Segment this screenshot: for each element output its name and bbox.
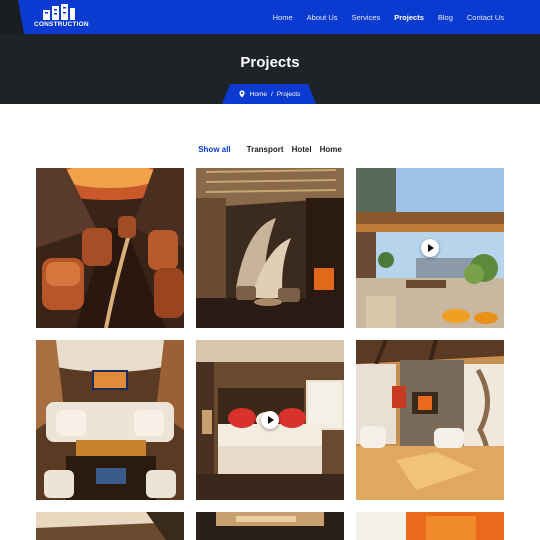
nav-item-blog[interactable]: Blog [438, 13, 453, 22]
nav-item-projects[interactable]: Projects [394, 13, 424, 22]
nav-item-contact-us[interactable]: Contact Us [467, 13, 504, 22]
main-nav: Home About Us Services Projects Blog Con… [273, 0, 504, 34]
project-hotel-lobby[interactable] [196, 168, 344, 328]
filter-hotel[interactable]: Hotel [292, 145, 312, 154]
breadcrumb-home[interactable]: Home [250, 91, 267, 98]
project-image [356, 340, 504, 500]
project-jet-cabin[interactable] [36, 168, 184, 328]
project-loft-living-room[interactable] [356, 340, 504, 500]
project-rooftop-terrace[interactable] [356, 168, 504, 328]
play-video-icon[interactable] [261, 411, 279, 429]
project-image [356, 512, 504, 540]
play-video-icon[interactable] [421, 239, 439, 257]
header-bar: CONSTRUCTION Home About Us Services Proj… [0, 0, 540, 34]
breadcrumb-separator: / [271, 90, 273, 98]
filter-home[interactable]: Home [320, 145, 342, 154]
nav-item-home[interactable]: Home [273, 13, 293, 22]
filter-show-all[interactable]: Show all [198, 145, 230, 154]
project-image [196, 168, 344, 328]
breadcrumb-current: Projects [276, 90, 301, 98]
project-hotel-bedroom[interactable] [196, 340, 344, 500]
project-jet-lounge[interactable] [36, 340, 184, 500]
project-image [196, 512, 344, 540]
building-icon [43, 4, 75, 20]
brand-name: CONSTRUCTION [34, 21, 89, 28]
project-row3-right[interactable] [356, 512, 504, 540]
filter-transport[interactable]: Transport [247, 145, 284, 154]
project-row3-left[interactable] [36, 512, 184, 540]
project-image [36, 340, 184, 500]
brand-logo[interactable]: CONSTRUCTION [34, 4, 89, 30]
project-row3-middle[interactable] [196, 512, 344, 540]
breadcrumb: Home / Projects [222, 84, 316, 104]
project-image [36, 512, 184, 540]
page-title: Projects [240, 54, 300, 71]
project-image [36, 168, 184, 328]
nav-item-about-us[interactable]: About Us [307, 13, 338, 22]
location-pin-icon [239, 90, 245, 98]
nav-item-services[interactable]: Services [352, 13, 381, 22]
project-filters: Show all Transport Hotel Home [0, 145, 540, 154]
